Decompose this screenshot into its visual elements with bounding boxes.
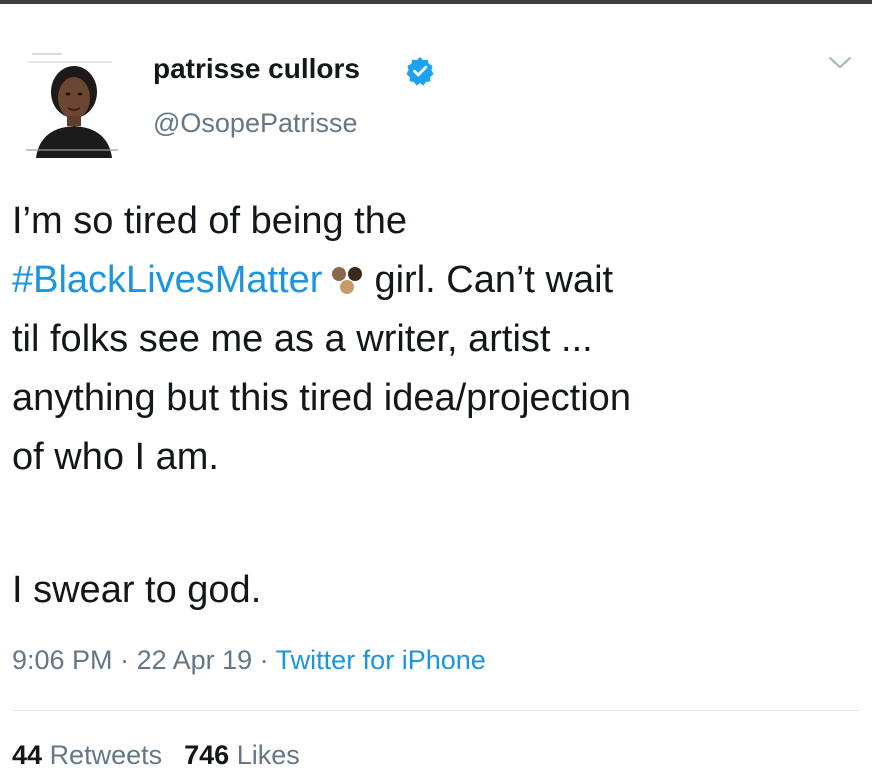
- tweet-source-link[interactable]: Twitter for iPhone: [276, 645, 486, 675]
- avatar[interactable]: [22, 34, 122, 158]
- meta-separator: ·: [252, 645, 276, 675]
- tweet-card: patrisse cullors @OsopePatrisse I’m so t…: [0, 0, 872, 781]
- retweets-count: 44: [12, 740, 43, 770]
- likes-label: Likes: [236, 740, 300, 770]
- hashtag-link[interactable]: #BlackLivesMatter: [12, 259, 322, 301]
- user-handle[interactable]: @OsopePatrisse: [153, 108, 358, 139]
- tweet-text-line-3: til folks see me as a writer, artist ...: [12, 318, 593, 360]
- tweet-text-line-4: anything but this tired idea/projection: [12, 377, 631, 419]
- tweet-text-line-2-rest: girl. Can’t wait: [374, 259, 614, 301]
- tweet-time[interactable]: 9:06 PM: [12, 645, 113, 675]
- tweet-text: I’m so tired of being the #BlackLivesMat…: [12, 192, 862, 487]
- avatar-image: [22, 34, 122, 158]
- tweet-text-line-1: I’m so tired of being the: [12, 200, 407, 242]
- meta-separator: ·: [112, 645, 137, 675]
- divider: [12, 710, 860, 711]
- tweet-meta: 9:06 PM · 22 Apr 19 · Twitter for iPhone: [12, 645, 486, 676]
- likes-stat[interactable]: 746 Likes: [184, 740, 300, 770]
- tweet-text-paragraph-2: I swear to god.: [12, 569, 262, 611]
- display-name[interactable]: patrisse cullors: [153, 53, 360, 85]
- three-dots-emoji-icon: [332, 267, 363, 294]
- chevron-down-icon[interactable]: [826, 52, 854, 72]
- tweet-text-line-5: of who I am.: [12, 436, 219, 478]
- tweet-text-line-2: #BlackLivesMatter girl. Can’t wait: [12, 251, 862, 310]
- tweet-stats: 44 Retweets 746 Likes: [12, 740, 300, 771]
- verified-badge-icon: [406, 57, 434, 86]
- tweet-date[interactable]: 22 Apr 19: [137, 645, 253, 675]
- retweets-stat[interactable]: 44 Retweets: [12, 740, 162, 770]
- top-border: [0, 0, 872, 4]
- retweets-label: Retweets: [49, 740, 163, 770]
- tweet-header: patrisse cullors @OsopePatrisse: [0, 20, 872, 160]
- likes-count: 746: [184, 740, 230, 770]
